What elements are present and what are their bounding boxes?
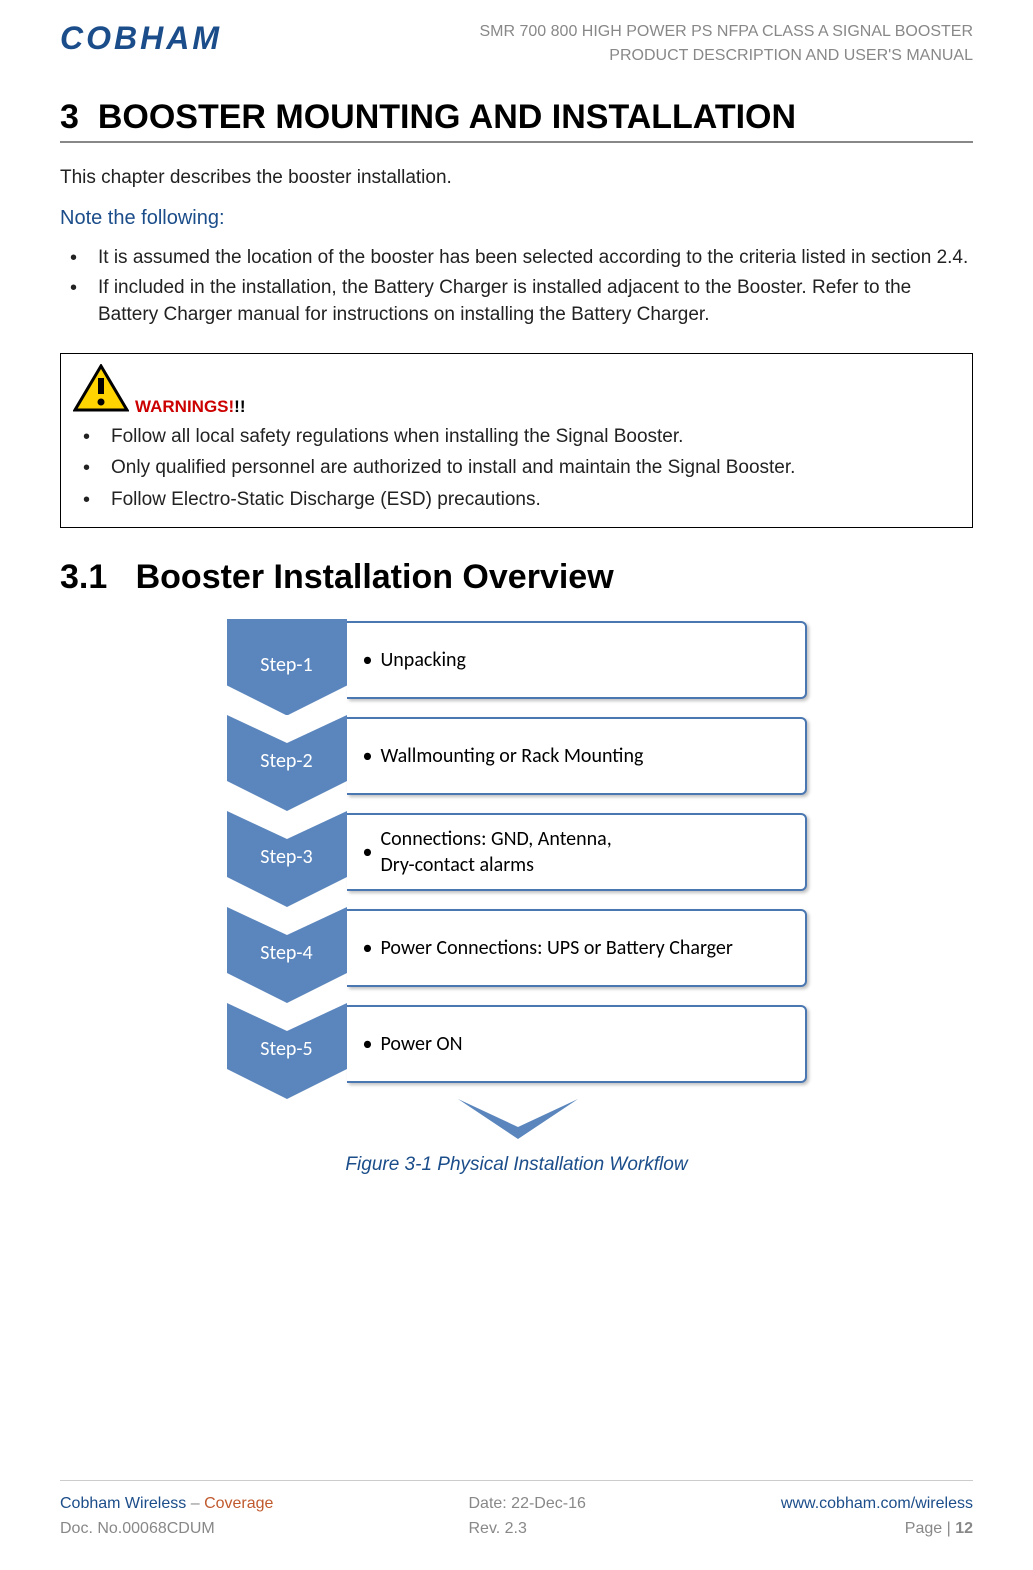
- section-number: 3: [60, 98, 79, 136]
- step-text-box: •Unpacking: [347, 621, 807, 699]
- subsection-title: Booster Installation Overview: [136, 558, 614, 596]
- footer-doc-no: 00068CDUM: [122, 1520, 214, 1537]
- note-item: If included in the installation, the Bat…: [64, 274, 973, 329]
- step-text: Power Connections: UPS or Battery Charge…: [380, 935, 732, 961]
- workflow-step-2: Step-2 •Wallmounting or Rack Mounting: [227, 715, 807, 799]
- subsection-heading: 3.1 Booster Installation Overview: [60, 558, 973, 597]
- section-title: BOOSTER MOUNTING AND INSTALLATION: [98, 98, 796, 136]
- chevron-step-4: Step-4: [227, 907, 347, 991]
- step-text: Connections: GND, Antenna, Dry-contact a…: [380, 826, 611, 878]
- footer-page-no: 12: [955, 1520, 973, 1537]
- step-label: Step-1: [227, 653, 347, 677]
- workflow-step-4: Step-4 •Power Connections: UPS or Batter…: [227, 907, 807, 991]
- warning-triangle-icon: [73, 364, 129, 417]
- brand-logo: COBHAM: [60, 20, 222, 57]
- footer-date: 22-Dec-16: [511, 1495, 586, 1512]
- step-text-box: •Connections: GND, Antenna, Dry-contact …: [347, 813, 807, 891]
- step-label: Step-5: [227, 1037, 347, 1061]
- warning-header: WARNINGS!!!: [73, 364, 960, 417]
- step-text: Wallmounting or Rack Mounting: [380, 743, 643, 769]
- subsection-number: 3.1: [60, 558, 107, 596]
- figure-caption: Figure 3-1 Physical Installation Workflo…: [60, 1154, 973, 1176]
- footer-rev: 2.3: [505, 1520, 527, 1537]
- note-heading: Note the following:: [60, 207, 973, 230]
- footer-rev-label: Rev.: [468, 1520, 504, 1537]
- workflow-step-1: Step-1 •Unpacking: [227, 619, 807, 703]
- doc-title-line2: PRODUCT DESCRIPTION AND USER'S MANUAL: [480, 44, 974, 68]
- chevron-tail: [458, 1099, 578, 1144]
- footer-page-label: Page |: [905, 1520, 955, 1537]
- page-footer: Cobham Wireless – Coverage Doc. No.00068…: [60, 1480, 973, 1542]
- chevron-step-5: Step-5: [227, 1003, 347, 1087]
- section-heading: 3 BOOSTER MOUNTING AND INSTALLATION: [60, 98, 973, 137]
- step-text: Unpacking: [380, 647, 466, 673]
- workflow-step-3: Step-3 •Connections: GND, Antenna, Dry-c…: [227, 811, 807, 895]
- page-header: COBHAM SMR 700 800 HIGH POWER PS NFPA CL…: [60, 20, 973, 68]
- step-label: Step-4: [227, 941, 347, 965]
- note-list: It is assumed the location of the booste…: [60, 244, 973, 329]
- warning-label: WARNINGS!: [135, 397, 234, 417]
- warning-list: Follow all local safety regulations when…: [73, 423, 960, 514]
- warning-item: Follow all local safety regulations when…: [77, 423, 960, 451]
- footer-coverage: Coverage: [204, 1495, 273, 1512]
- step-label: Step-3: [227, 845, 347, 869]
- footer-date-label: Date:: [468, 1495, 511, 1512]
- workflow-diagram: Step-1 •Unpacking Step-2 •Wallmounting o…: [227, 619, 807, 1144]
- step-label: Step-2: [227, 749, 347, 773]
- warning-box: WARNINGS!!! Follow all local safety regu…: [60, 353, 973, 529]
- warning-item: Follow Electro-Static Discharge (ESD) pr…: [77, 486, 960, 514]
- doc-title-block: SMR 700 800 HIGH POWER PS NFPA CLASS A S…: [480, 20, 974, 68]
- step-text-box: •Power ON: [347, 1005, 807, 1083]
- section-intro: This chapter describes the booster insta…: [60, 167, 973, 189]
- section-underline: [60, 141, 973, 143]
- step-text: Power ON: [380, 1031, 462, 1057]
- chevron-step-1: Step-1: [227, 619, 347, 703]
- chevron-step-3: Step-3: [227, 811, 347, 895]
- footer-url: www.cobham.com/wireless: [781, 1495, 973, 1512]
- warning-item: Only qualified personnel are authorized …: [77, 454, 960, 482]
- doc-title-line1: SMR 700 800 HIGH POWER PS NFPA CLASS A S…: [480, 20, 974, 44]
- footer-dash: –: [186, 1495, 204, 1512]
- workflow-step-5: Step-5 •Power ON: [227, 1003, 807, 1087]
- chevron-step-2: Step-2: [227, 715, 347, 799]
- step-text-box: •Power Connections: UPS or Battery Charg…: [347, 909, 807, 987]
- step-text-box: •Wallmounting or Rack Mounting: [347, 717, 807, 795]
- warning-exclaims: !!: [234, 397, 245, 417]
- note-item: It is assumed the location of the booste…: [64, 244, 973, 272]
- footer-company: Cobham Wireless: [60, 1495, 186, 1512]
- footer-doc-label: Doc. No.: [60, 1520, 122, 1537]
- footer-rule: [60, 1480, 973, 1481]
